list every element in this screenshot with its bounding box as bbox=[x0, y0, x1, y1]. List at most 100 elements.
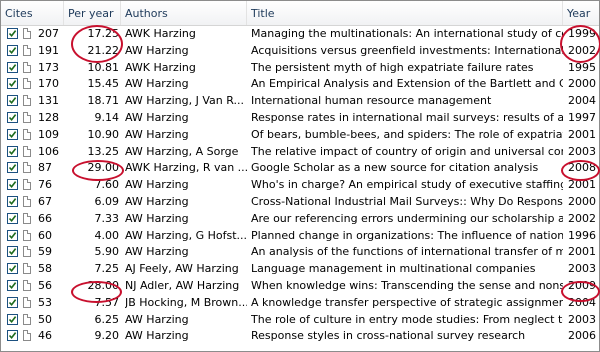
title-cell: Who's in charge? An empirical study of e… bbox=[251, 178, 563, 191]
per-year-cell: 10.90 bbox=[87, 128, 120, 141]
cites-cell: 67 bbox=[38, 195, 52, 208]
year-cell: 2002 bbox=[568, 44, 596, 57]
table-row[interactable]: 207 17.25 AWK Harzing Managing the multinat… bbox=[1, 26, 599, 42]
table-row[interactable]: 66 7.33 AW Harzing Are our referencing erro… bbox=[1, 211, 599, 227]
row-checkbox[interactable] bbox=[7, 95, 18, 106]
year-cell: 1999 bbox=[568, 27, 596, 40]
row-checkbox[interactable] bbox=[7, 280, 18, 291]
document-icon bbox=[23, 28, 31, 39]
document-icon bbox=[23, 45, 31, 56]
row-checkbox[interactable] bbox=[7, 230, 18, 241]
table-row[interactable]: 173 10.81 AWK Harzing The persistent myth o… bbox=[1, 60, 599, 76]
document-icon bbox=[23, 230, 31, 241]
row-checkbox[interactable] bbox=[7, 196, 18, 207]
table-row[interactable]: 53 7.57 JB Hocking, M Brown... A knowledge … bbox=[1, 295, 599, 311]
title-cell: Acquisitions versus greenfield investmen… bbox=[251, 44, 563, 57]
table-row[interactable]: 191 21.22 AW Harzing Acquisitions versus gr… bbox=[1, 43, 599, 59]
title-cell: Cross-National Industrial Mail Surveys::… bbox=[251, 195, 563, 208]
table-row[interactable]: 109 10.90 AW Harzing Of bears, bumble-bees,… bbox=[1, 127, 599, 143]
year-cell: 2003 bbox=[568, 145, 596, 158]
row-checkbox[interactable] bbox=[7, 62, 18, 73]
authors-cell: AWK Harzing bbox=[125, 61, 196, 74]
row-checkbox[interactable] bbox=[7, 179, 18, 190]
document-icon bbox=[23, 297, 31, 308]
table-row[interactable]: 46 9.20 AW Harzing Response styles in cross… bbox=[1, 328, 599, 344]
table-row[interactable]: 59 5.90 AW Harzing An analysis of the funct… bbox=[1, 244, 599, 260]
row-checkbox[interactable] bbox=[7, 263, 18, 274]
year-cell: 2004 bbox=[568, 296, 596, 309]
year-cell: 2003 bbox=[568, 262, 596, 275]
per-year-cell: 4.00 bbox=[94, 229, 120, 242]
row-checkbox[interactable] bbox=[7, 330, 18, 341]
cites-cell: 191 bbox=[38, 44, 59, 57]
row-checkbox[interactable] bbox=[7, 297, 18, 308]
table-row[interactable]: 131 18.71 AW Harzing, J Van R... Internatio… bbox=[1, 93, 599, 109]
title-cell: Response styles in cross-national survey… bbox=[251, 329, 526, 342]
row-checkbox[interactable] bbox=[7, 246, 18, 257]
year-cell: 2001 bbox=[568, 245, 596, 258]
authors-cell: AW Harzing, J Van R... bbox=[125, 94, 244, 107]
authors-cell: AW Harzing bbox=[125, 329, 189, 342]
title-cell: A knowledge transfer perspective of stra… bbox=[251, 296, 563, 309]
document-icon bbox=[23, 179, 31, 190]
table-row[interactable]: 87 29.00 AWK Harzing, R van ... Google Scho… bbox=[1, 160, 599, 176]
row-checkbox[interactable] bbox=[7, 112, 18, 123]
cites-cell: 50 bbox=[38, 313, 52, 326]
column-header-authors[interactable]: Authors bbox=[121, 1, 247, 25]
per-year-cell: 6.25 bbox=[94, 313, 120, 326]
per-year-cell: 13.25 bbox=[87, 145, 120, 158]
per-year-cell: 7.25 bbox=[94, 262, 120, 275]
column-header-title[interactable]: Title bbox=[247, 1, 563, 25]
document-icon bbox=[23, 213, 31, 224]
table-row[interactable]: 56 28.00 NJ Adler, AW Harzing When knowledg… bbox=[1, 278, 599, 294]
authors-cell: AW Harzing bbox=[125, 195, 189, 208]
document-icon bbox=[23, 162, 31, 173]
row-checkbox[interactable] bbox=[7, 129, 18, 140]
cites-cell: 170 bbox=[38, 77, 59, 90]
document-icon bbox=[23, 246, 31, 257]
table-row[interactable]: 60 4.00 AW Harzing, G Hofst... Planned chan… bbox=[1, 228, 599, 244]
table-row[interactable]: 76 7.60 AW Harzing Who's in charge? An empi… bbox=[1, 177, 599, 193]
table-row[interactable]: 58 7.25 AJ Feely, AW Harzing Language manag… bbox=[1, 261, 599, 277]
cites-cell: 128 bbox=[38, 111, 59, 124]
cites-cell: 87 bbox=[38, 161, 52, 174]
title-cell: The persistent myth of high expatriate f… bbox=[251, 61, 534, 74]
title-cell: The role of culture in entry mode studie… bbox=[251, 313, 563, 326]
row-checkbox[interactable] bbox=[7, 162, 18, 173]
row-checkbox[interactable] bbox=[7, 28, 18, 39]
cites-cell: 46 bbox=[38, 329, 52, 342]
column-header-year[interactable]: Year bbox=[563, 1, 599, 25]
authors-cell: AW Harzing bbox=[125, 111, 189, 124]
document-icon bbox=[23, 263, 31, 274]
table-row[interactable]: 67 6.09 AW Harzing Cross-National Industria… bbox=[1, 194, 599, 210]
authors-cell: AW Harzing, A Sorge bbox=[125, 145, 239, 158]
document-icon bbox=[23, 95, 31, 106]
column-header-per-year[interactable]: Per year bbox=[64, 1, 121, 25]
authors-cell: AWK Harzing, R van ... bbox=[125, 161, 247, 174]
title-cell: Response rates in international mail sur… bbox=[251, 111, 563, 124]
row-checkbox[interactable] bbox=[7, 146, 18, 157]
per-year-cell: 29.00 bbox=[87, 161, 120, 174]
row-checkbox[interactable] bbox=[7, 213, 18, 224]
row-checkbox[interactable] bbox=[7, 78, 18, 89]
year-cell: 2000 bbox=[568, 77, 596, 90]
title-cell: Are our referencing errors undermining o… bbox=[251, 212, 563, 225]
results-table: Cites Per year Authors Title Year 207 17.… bbox=[0, 0, 600, 352]
year-cell: 2006 bbox=[568, 329, 596, 342]
year-cell: 1995 bbox=[568, 61, 596, 74]
authors-cell: AJ Feely, AW Harzing bbox=[125, 262, 239, 275]
table-row[interactable]: 106 13.25 AW Harzing, A Sorge The relative … bbox=[1, 144, 599, 160]
cites-cell: 207 bbox=[38, 27, 59, 40]
document-icon bbox=[23, 146, 31, 157]
row-checkbox[interactable] bbox=[7, 314, 18, 325]
cites-cell: 109 bbox=[38, 128, 59, 141]
table-row[interactable]: 128 9.14 AW Harzing Response rates in inter… bbox=[1, 110, 599, 126]
table-row[interactable]: 50 6.25 AW Harzing The role of culture in e… bbox=[1, 312, 599, 328]
per-year-cell: 5.90 bbox=[94, 245, 120, 258]
column-header-cites[interactable]: Cites bbox=[1, 1, 64, 25]
row-checkbox[interactable] bbox=[7, 45, 18, 56]
table-header: Cites Per year Authors Title Year bbox=[1, 1, 599, 26]
year-cell: 2002 bbox=[568, 212, 596, 225]
table-row[interactable]: 170 15.45 AW Harzing An Empirical Analysis … bbox=[1, 76, 599, 92]
document-icon bbox=[23, 112, 31, 123]
